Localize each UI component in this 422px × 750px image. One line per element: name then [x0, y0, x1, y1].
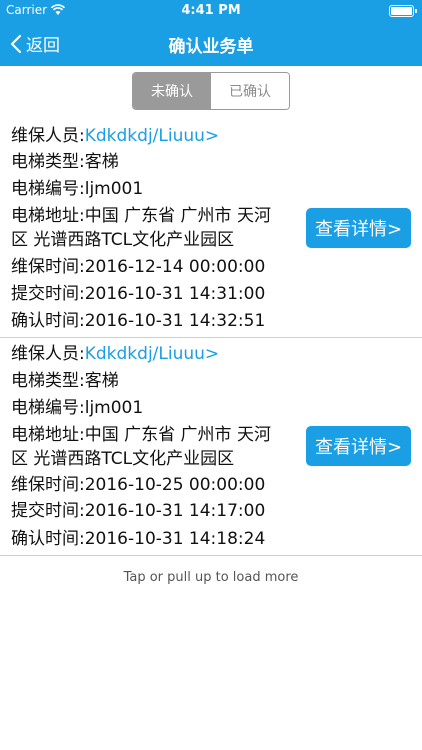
elevator-number: 电梯编号:ljm001 [11, 398, 144, 418]
view-details-button[interactable]: 查看详情> [306, 208, 411, 248]
staff-link[interactable]: Kdkdkdj/Liuuu> [85, 344, 219, 364]
segment-unconfirmed[interactable]: 未确认 [133, 73, 211, 109]
status-segment-control: 未确认 已确认 [132, 72, 290, 110]
view-details-button[interactable]: 查看详情> [306, 426, 411, 466]
record-divider [0, 337, 422, 338]
status-time: 4:41 PM [181, 3, 241, 18]
elevator-number: 电梯编号:ljm001 [11, 179, 144, 199]
elevator-address-line2: 区 光谱西路TCL文化产业园区 [11, 230, 235, 250]
elevator-address-line2: 区 光谱西路TCL文化产业园区 [11, 449, 235, 469]
staff-row: 维保人员:Kdkdkdj/Liuuu> [11, 343, 219, 365]
record-divider [0, 555, 422, 556]
elevator-address-line1: 电梯地址:中国 广东省 广州市 天河 [11, 425, 271, 445]
maintenance-time: 维保时间:2016-10-25 00:00:00 [11, 475, 266, 495]
staff-label: 维保人员: [11, 344, 85, 364]
load-more-link[interactable]: Tap or pull up to load more [0, 570, 422, 585]
elevator-type: 电梯类型:客梯 [11, 371, 119, 391]
submit-time: 提交时间:2016-10-31 14:31:00 [11, 284, 266, 304]
segment-confirmed[interactable]: 已确认 [211, 73, 289, 109]
staff-link[interactable]: Kdkdkdj/Liuuu> [85, 126, 219, 146]
elevator-type: 电梯类型:客梯 [11, 152, 119, 172]
confirm-time: 确认时间:2016-10-31 14:18:24 [11, 529, 266, 549]
maintenance-time: 维保时间:2016-12-14 00:00:00 [11, 257, 266, 277]
submit-time: 提交时间:2016-10-31 14:17:00 [11, 501, 266, 521]
page-title: 确认业务单 [168, 37, 254, 57]
elevator-address-line1: 电梯地址:中国 广东省 广州市 天河 [11, 206, 271, 226]
status-bar: Carrier 4:41 PM [0, 0, 422, 22]
staff-label: 维保人员: [11, 126, 85, 146]
battery-icon [389, 5, 417, 17]
staff-row: 维保人员:Kdkdkdj/Liuuu> [11, 125, 219, 147]
top-bar: Carrier 4:41 PM 返回 确认业务单 [0, 0, 422, 66]
confirm-time: 确认时间:2016-10-31 14:32:51 [11, 311, 266, 331]
navigation-bar: 返回 确认业务单 [0, 22, 422, 66]
